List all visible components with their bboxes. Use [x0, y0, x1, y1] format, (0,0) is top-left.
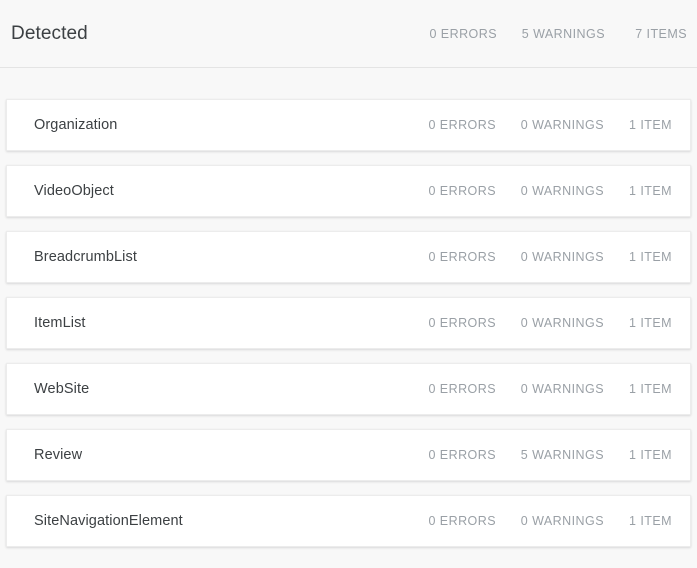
- header-items-count: 7 ITEMS: [635, 26, 687, 41]
- type-name: ItemList: [34, 315, 86, 331]
- table-row[interactable]: SiteNavigationElement 0 ERRORS 0 WARNING…: [6, 495, 691, 547]
- header-summary-stats: 0 ERRORS 5 WARNINGS 7 ITEMS: [405, 27, 687, 41]
- page-title: Detected: [11, 22, 88, 44]
- table-row[interactable]: Organization 0 ERRORS 0 WARNINGS 1 ITEM: [6, 99, 691, 151]
- row-items-count: 1 ITEM: [629, 184, 672, 198]
- table-row[interactable]: ItemList 0 ERRORS 0 WARNINGS 1 ITEM: [6, 297, 691, 349]
- detected-results-panel: Detected 0 ERRORS 5 WARNINGS 7 ITEMS Org…: [0, 0, 697, 547]
- type-name: VideoObject: [34, 183, 114, 199]
- row-errors-count: 0 ERRORS: [428, 184, 496, 198]
- row-warnings-count: 0 WARNINGS: [520, 316, 604, 330]
- table-row[interactable]: VideoObject 0 ERRORS 0 WARNINGS 1 ITEM: [6, 165, 691, 217]
- row-items-count: 1 ITEM: [629, 316, 672, 330]
- row-stats: 0 ERRORS 5 WARNINGS 1 ITEM: [404, 448, 672, 462]
- type-name: WebSite: [34, 381, 90, 397]
- type-name: BreadcrumbList: [34, 249, 137, 265]
- table-row[interactable]: WebSite 0 ERRORS 0 WARNINGS 1 ITEM: [6, 363, 691, 415]
- table-row[interactable]: BreadcrumbList 0 ERRORS 0 WARNINGS 1 ITE…: [6, 231, 691, 283]
- row-items-count: 1 ITEM: [629, 514, 672, 528]
- row-warnings-count: 0 WARNINGS: [520, 514, 604, 528]
- type-name: SiteNavigationElement: [34, 513, 183, 529]
- row-warnings-count: 0 WARNINGS: [520, 250, 604, 264]
- row-stats: 0 ERRORS 0 WARNINGS 1 ITEM: [404, 250, 672, 264]
- row-warnings-count: 0 WARNINGS: [520, 184, 604, 198]
- header-warnings-count: 5 WARNINGS: [521, 26, 605, 41]
- row-errors-count: 0 ERRORS: [428, 514, 496, 528]
- row-stats: 0 ERRORS 0 WARNINGS 1 ITEM: [404, 382, 672, 396]
- type-name: Organization: [34, 117, 118, 133]
- type-name: Review: [34, 447, 83, 463]
- row-items-count: 1 ITEM: [629, 382, 672, 396]
- row-errors-count: 0 ERRORS: [428, 382, 496, 396]
- row-errors-count: 0 ERRORS: [428, 118, 496, 132]
- row-stats: 0 ERRORS 0 WARNINGS 1 ITEM: [404, 316, 672, 330]
- row-errors-count: 0 ERRORS: [428, 250, 496, 264]
- structured-data-type-list: Organization 0 ERRORS 0 WARNINGS 1 ITEM …: [0, 68, 697, 547]
- row-warnings-count: 0 WARNINGS: [520, 382, 604, 396]
- row-errors-count: 0 ERRORS: [428, 448, 496, 462]
- row-items-count: 1 ITEM: [629, 448, 672, 462]
- row-stats: 0 ERRORS 0 WARNINGS 1 ITEM: [404, 184, 672, 198]
- row-items-count: 1 ITEM: [629, 250, 672, 264]
- table-row[interactable]: Review 0 ERRORS 5 WARNINGS 1 ITEM: [6, 429, 691, 481]
- row-stats: 0 ERRORS 0 WARNINGS 1 ITEM: [404, 118, 672, 132]
- detected-header: Detected 0 ERRORS 5 WARNINGS 7 ITEMS: [0, 0, 697, 68]
- row-warnings-count: 0 WARNINGS: [520, 118, 604, 132]
- row-warnings-count: 5 WARNINGS: [520, 448, 604, 462]
- row-items-count: 1 ITEM: [629, 118, 672, 132]
- row-errors-count: 0 ERRORS: [428, 316, 496, 330]
- row-stats: 0 ERRORS 0 WARNINGS 1 ITEM: [404, 514, 672, 528]
- header-errors-count: 0 ERRORS: [429, 26, 497, 41]
